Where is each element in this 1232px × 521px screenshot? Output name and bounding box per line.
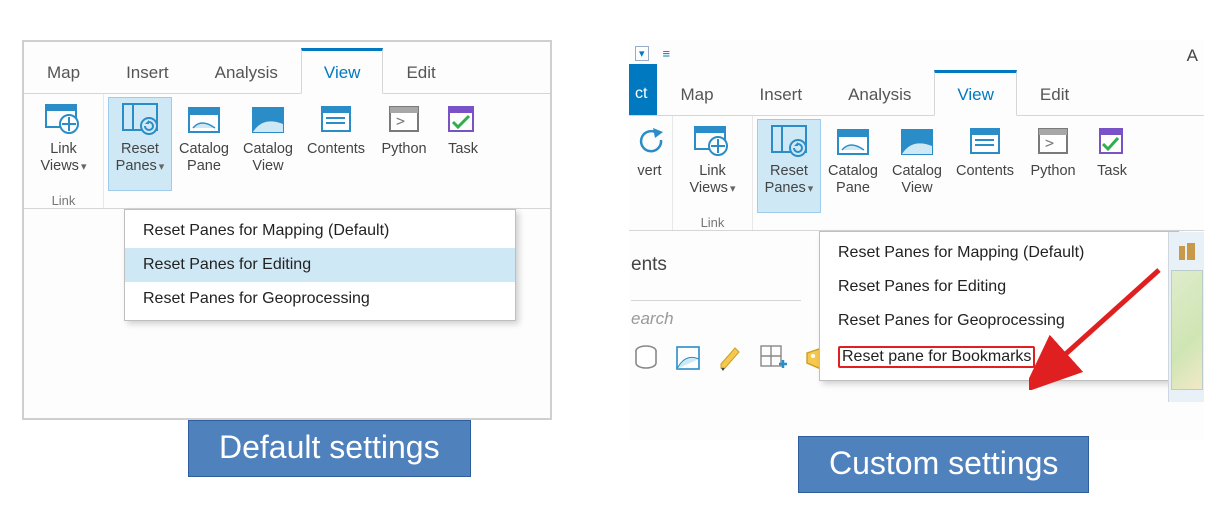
python-button-r[interactable]: > Python — [1021, 119, 1085, 213]
menu-item-mapping[interactable]: Reset Panes for Mapping (Default) — [125, 214, 515, 248]
link-views-button[interactable]: LinkViews▾ — [32, 97, 96, 191]
contents-pane-fragment: ents — [631, 254, 667, 276]
group-windows-r: ResetPanes▾ CatalogPane CatalogView — [753, 116, 1143, 230]
python-l1: Python — [381, 141, 426, 157]
tasks-icon — [443, 101, 483, 137]
group-link-r: LinkViews▾ Link — [673, 116, 753, 230]
qat-dropdown-icon[interactable]: ▾ — [635, 46, 649, 61]
tab-insert[interactable]: Insert — [103, 50, 192, 93]
catalog-pane-button-r[interactable]: CatalogPane — [821, 119, 885, 213]
contents-toolbar-fragment — [633, 344, 833, 372]
reset-panes-button[interactable]: ResetPanes▾ — [108, 97, 172, 191]
pencil-icon[interactable] — [717, 344, 743, 372]
group-link: LinkViews▾ Link — [24, 94, 104, 208]
python-icon: > — [384, 101, 424, 137]
building-icon[interactable] — [1176, 240, 1198, 262]
catalog-pane-button[interactable]: CatalogPane — [172, 97, 236, 191]
convert-button[interactable]: vert — [629, 119, 673, 213]
tasks-button[interactable]: Task — [436, 97, 490, 191]
tab-map[interactable]: Map — [24, 50, 103, 93]
convert-icon — [630, 123, 670, 159]
menu-item-editing[interactable]: Reset Panes for Editing — [125, 248, 515, 282]
tab-map-r[interactable]: Map — [657, 72, 736, 115]
catalog-view-l1: Catalog — [243, 141, 293, 157]
reset-panes-l2: Panes — [116, 158, 157, 174]
link-views-l1: Link — [50, 141, 77, 157]
catalog-view-icon — [248, 101, 288, 137]
tasks-l1: Task — [448, 141, 478, 157]
menu-item-geoprocessing-r[interactable]: Reset Panes for Geoprocessing — [820, 304, 1178, 338]
contents-button[interactable]: Contents — [300, 97, 372, 191]
reset-panes-l1: Reset — [121, 141, 159, 157]
catalog-pane-icon — [184, 101, 224, 137]
catalog-view-button-r[interactable]: CatalogView — [885, 119, 949, 213]
catalog-view-button[interactable]: CatalogView — [236, 97, 300, 191]
search-field-fragment[interactable]: earch — [631, 300, 801, 335]
contents-l1: Contents — [307, 141, 365, 157]
tab-view-r[interactable]: View — [934, 70, 1017, 116]
convert-l1: vert — [637, 163, 661, 179]
svg-text:>: > — [1045, 134, 1054, 152]
contents-icon — [316, 101, 356, 137]
reset-panes-icon — [769, 123, 809, 159]
link-views-icon — [693, 123, 733, 159]
link-views-button-r[interactable]: LinkViews▾ — [681, 119, 745, 213]
caption-default: Default settings — [188, 420, 471, 477]
chevron-down-icon: ▾ — [730, 183, 736, 195]
tab-analysis[interactable]: Analysis — [192, 50, 301, 93]
reset-panes-menu: Reset Panes for Mapping (Default) Reset … — [124, 209, 516, 321]
corner-char: A — [1187, 46, 1198, 66]
python-icon: > — [1033, 123, 1073, 159]
grid-add-icon[interactable] — [759, 344, 787, 372]
contents-icon — [965, 123, 1005, 159]
python-button[interactable]: > Python — [372, 97, 436, 191]
tab-insert-r[interactable]: Insert — [737, 72, 826, 115]
reset-panes-button-r[interactable]: ResetPanes▾ — [757, 119, 821, 213]
quick-access-toolbar: ▾ ≡ — [635, 46, 670, 61]
catalog-pane-l2: Pane — [187, 158, 221, 174]
link-views-icon — [44, 101, 84, 137]
left-panel: Map Insert Analysis View Edit LinkViews▾… — [22, 40, 552, 420]
catalog-pane-icon — [833, 123, 873, 159]
catalog-pane-l1: Catalog — [179, 141, 229, 157]
link-views-l2: Views — [41, 158, 79, 174]
tab-analysis-r[interactable]: Analysis — [825, 72, 934, 115]
reset-panes-icon — [120, 101, 160, 137]
catalog-view-l2: View — [252, 158, 283, 174]
map-preview — [1171, 270, 1203, 390]
reset-panes-menu-r: Reset Panes for Mapping (Default) Reset … — [819, 231, 1179, 381]
tab-edit[interactable]: Edit — [383, 50, 458, 93]
highlight-box: Reset pane for Bookmarks — [838, 346, 1035, 368]
chevron-down-icon: ▾ — [808, 183, 814, 195]
menu-item-editing-r[interactable]: Reset Panes for Editing — [820, 270, 1178, 304]
menu-item-bookmarks-r[interactable]: Reset pane for Bookmarks — [820, 338, 1178, 376]
group-caption-convert — [649, 213, 653, 230]
left-ribbon: LinkViews▾ Link ResetPanes▾ CatalogPane — [24, 94, 550, 209]
tab-view[interactable]: View — [301, 48, 384, 94]
group-caption-link: Link — [52, 191, 76, 208]
caption-custom: Custom settings — [798, 436, 1089, 493]
group-convert: vert — [629, 116, 673, 230]
qat-customize-icon[interactable]: ≡ — [663, 46, 671, 61]
left-tabs-row: Map Insert Analysis View Edit — [24, 42, 550, 94]
right-side-strip — [1168, 232, 1204, 402]
menu-item-geoprocessing[interactable]: Reset Panes for Geoprocessing — [125, 282, 515, 316]
chevron-down-icon: ▾ — [159, 161, 165, 173]
right-panel: ▾ ≡ A ct Map Insert Analysis View Edit v… — [629, 40, 1204, 440]
group-windows: ResetPanes▾ CatalogPane CatalogView — [104, 94, 494, 208]
tasks-icon — [1092, 123, 1132, 159]
contents-button-r[interactable]: Contents — [949, 119, 1021, 213]
right-tabs-row: ct Map Insert Analysis View Edit — [629, 64, 1204, 116]
map-icon[interactable] — [675, 344, 701, 372]
group-caption-link-r: Link — [701, 213, 725, 230]
svg-text:>: > — [396, 112, 405, 130]
database-icon[interactable] — [633, 344, 659, 372]
contextual-tab-fragment[interactable]: ct — [629, 64, 657, 115]
chevron-down-icon: ▾ — [81, 161, 87, 173]
right-ribbon: vert LinkViews▾ Link — [629, 116, 1204, 231]
tasks-button-r[interactable]: Task — [1085, 119, 1139, 213]
menu-item-mapping-r[interactable]: Reset Panes for Mapping (Default) — [820, 236, 1178, 270]
catalog-view-icon — [897, 123, 937, 159]
tab-edit-r[interactable]: Edit — [1017, 72, 1092, 115]
